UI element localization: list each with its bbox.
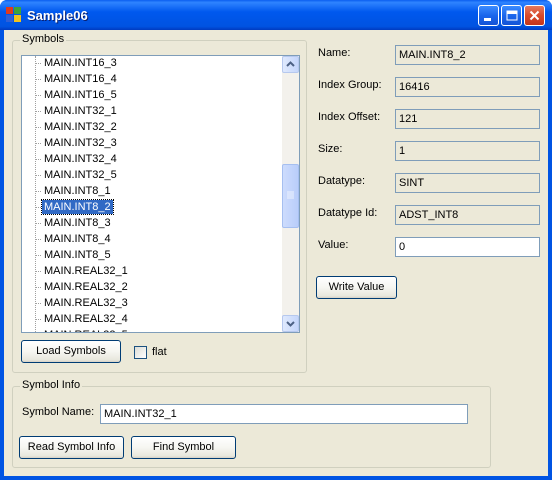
tree-item[interactable]: MAIN.INT32_1 (22, 103, 282, 119)
find-symbol-button[interactable]: Find Symbol (131, 436, 236, 459)
value-label: Value: (318, 239, 349, 251)
chevron-up-icon (286, 61, 295, 67)
minimize-icon (484, 18, 491, 21)
maximize-icon (506, 10, 518, 21)
datatype-id-field: ADST_INT8 (395, 205, 540, 225)
tree-item[interactable]: MAIN.INT8_1 (22, 183, 282, 199)
scroll-down-button[interactable] (282, 315, 299, 332)
tree-item-label: MAIN.INT8_5 (44, 249, 111, 261)
flat-checkbox-label: flat (152, 346, 167, 358)
tree-item-label: MAIN.INT32_2 (44, 121, 117, 133)
name-field: MAIN.INT8_2 (395, 45, 540, 65)
tree-item-label: MAIN.REAL32_3 (44, 297, 128, 309)
tree-item[interactable]: MAIN.INT8_5 (22, 247, 282, 263)
write-value-button[interactable]: Write Value (316, 276, 397, 299)
symbol-info-group-legend: Symbol Info (20, 379, 83, 391)
tree-item[interactable]: MAIN.INT32_5 (22, 167, 282, 183)
tree-item[interactable]: MAIN.INT16_4 (22, 71, 282, 87)
tree-item-label: MAIN.INT8_1 (44, 185, 111, 197)
maximize-button[interactable] (501, 5, 522, 26)
app-window: Sample06 Symbols MAIN.INT16_3 MAIN.INT16_… (0, 0, 552, 480)
title-bar[interactable]: Sample06 (0, 0, 552, 30)
tree-item-label: MAIN.INT16_3 (44, 57, 117, 69)
index-offset-label: Index Offset: (318, 111, 381, 123)
tree-item[interactable]: MAIN.INT8_2 (22, 199, 282, 215)
tree-item[interactable]: MAIN.INT8_4 (22, 231, 282, 247)
load-symbols-button[interactable]: Load Symbols (21, 340, 121, 363)
tree-item-label: MAIN.REAL32_1 (44, 265, 128, 277)
index-offset-field: 121 (395, 109, 540, 129)
close-button[interactable] (524, 5, 545, 26)
tree-item[interactable]: MAIN.REAL32_4 (22, 311, 282, 327)
symbol-name-input[interactable]: MAIN.INT32_1 (100, 404, 468, 424)
tree-item-label: MAIN.INT8_3 (44, 217, 111, 229)
app-icon (6, 7, 22, 23)
tree-item[interactable]: MAIN.INT32_2 (22, 119, 282, 135)
symbols-tree[interactable]: MAIN.INT16_3 MAIN.INT16_4 MAIN.INT16_5 MAIN… (21, 55, 300, 333)
tree-item[interactable]: MAIN.REAL32_3 (22, 295, 282, 311)
scroll-thumb[interactable] (282, 164, 299, 228)
tree-item-label: MAIN.INT32_5 (44, 169, 117, 181)
size-field: 1 (395, 141, 540, 161)
flat-checkbox[interactable] (134, 346, 147, 359)
datatype-label: Datatype: (318, 175, 366, 187)
tree-item[interactable]: MAIN.REAL32_1 (22, 263, 282, 279)
tree-item[interactable]: MAIN.INT32_3 (22, 135, 282, 151)
tree-item-label: MAIN.INT32_4 (44, 153, 117, 165)
scroll-up-button[interactable] (282, 56, 299, 73)
tree-item-label: MAIN.INT32_1 (44, 105, 117, 117)
symbols-group: Symbols MAIN.INT16_3 MAIN.INT16_4 MAIN.INT… (12, 33, 307, 373)
symbol-info-group: Symbol Info Symbol Name: MAIN.INT32_1 Re… (12, 379, 491, 468)
value-input[interactable]: 0 (395, 237, 540, 257)
window-title: Sample06 (27, 8, 88, 23)
symbols-scrollbar[interactable] (282, 56, 299, 332)
tree-item-label: MAIN.REAL32_4 (44, 313, 128, 325)
client-area: Symbols MAIN.INT16_3 MAIN.INT16_4 MAIN.INT… (4, 30, 548, 476)
grip-icon (287, 191, 294, 199)
name-label: Name: (318, 47, 351, 59)
close-icon (529, 10, 540, 21)
symbol-name-label: Symbol Name: (22, 406, 95, 418)
size-label: Size: (318, 143, 343, 155)
index-group-field: 16416 (395, 77, 540, 97)
symbols-group-legend: Symbols (20, 33, 67, 45)
tree-item[interactable]: MAIN.INT32_4 (22, 151, 282, 167)
tree-item-label: MAIN.INT16_5 (44, 89, 117, 101)
minimize-button[interactable] (478, 5, 499, 26)
tree-item-label: MAIN.INT16_4 (44, 73, 117, 85)
tree-item-label: MAIN.INT8_4 (44, 233, 111, 245)
tree-item-label: MAIN.REAL32_5 (42, 328, 130, 332)
tree-item[interactable]: MAIN.INT16_3 (22, 56, 282, 71)
tree-item-label: MAIN.INT32_3 (44, 137, 117, 149)
tree-item[interactable]: MAIN.REAL32_2 (22, 279, 282, 295)
read-symbol-info-button[interactable]: Read Symbol Info (19, 436, 124, 459)
datatype-id-label: Datatype Id: (318, 207, 378, 219)
tree-item-label: MAIN.INT8_2 (41, 199, 114, 215)
tree-item[interactable]: MAIN.REAL32_5 (22, 327, 282, 332)
index-group-label: Index Group: (318, 79, 382, 91)
tree-item[interactable]: MAIN.INT8_3 (22, 215, 282, 231)
tree-item[interactable]: MAIN.INT16_5 (22, 87, 282, 103)
chevron-down-icon (286, 321, 295, 327)
tree-item-label: MAIN.REAL32_2 (44, 281, 128, 293)
datatype-field: SINT (395, 173, 540, 193)
